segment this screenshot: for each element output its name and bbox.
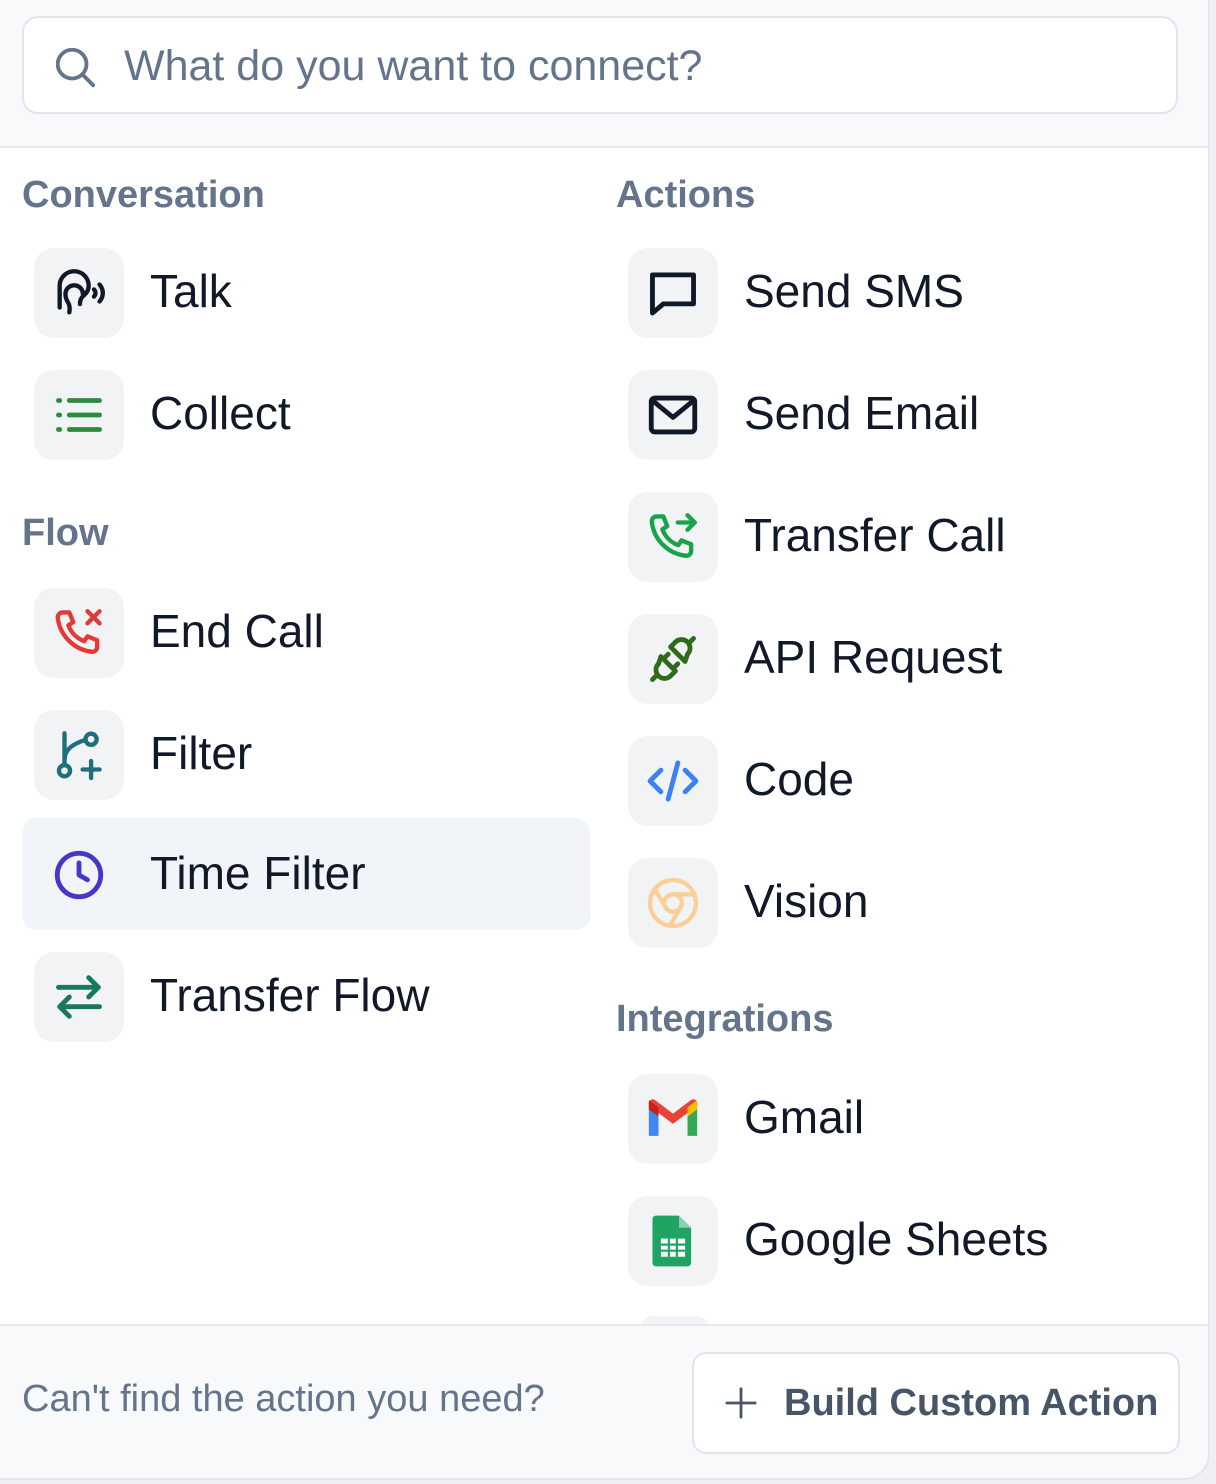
- branch-icon: [56, 731, 102, 781]
- section-title-integrations: Integrations: [616, 998, 834, 1040]
- build-custom-action-label: Build Custom Action: [784, 1382, 1159, 1424]
- item-label: Filter: [150, 727, 253, 779]
- send-email-icon-tile: [628, 370, 718, 460]
- google-sheets-icon-tile: [628, 1196, 718, 1286]
- item-collect[interactable]: Collect: [22, 358, 590, 470]
- footer-prompt: Can't find the action you need?: [22, 1378, 545, 1420]
- item-time-filter[interactable]: Time Filter: [22, 818, 590, 930]
- item-label: Transfer Call: [744, 509, 1006, 561]
- item-vision[interactable]: Vision: [616, 846, 1184, 958]
- plug-icon: [650, 636, 696, 682]
- item-send-sms[interactable]: Send SMS: [616, 236, 1184, 348]
- item-gmail[interactable]: Gmail: [616, 1062, 1184, 1174]
- end-call-icon: [55, 609, 102, 655]
- search-header: [0, 0, 1208, 148]
- plus-icon: [725, 1387, 757, 1419]
- vision-icon: [647, 877, 699, 929]
- item-label: Send Email: [744, 387, 980, 439]
- end-call-icon-tile: [34, 588, 124, 678]
- google-sheets-icon: [652, 1215, 692, 1267]
- item-google-sheets[interactable]: Google Sheets: [616, 1184, 1184, 1296]
- item-label: Talk: [150, 265, 232, 317]
- item-api-request[interactable]: API Request: [616, 602, 1184, 714]
- code-icon-tile: [628, 736, 718, 826]
- clock-icon: [54, 850, 104, 900]
- item-label: Collect: [150, 387, 291, 439]
- search-box[interactable]: [22, 16, 1178, 114]
- item-label: Vision: [744, 875, 869, 927]
- talk-icon-tile: [34, 248, 124, 338]
- send-sms-icon-tile: [628, 248, 718, 338]
- item-transfer-call[interactable]: Transfer Call: [616, 480, 1184, 592]
- envelope-icon: [648, 395, 698, 435]
- section-title-actions: Actions: [616, 174, 756, 216]
- item-label: Code: [744, 753, 854, 805]
- phone-transfer-icon: [649, 513, 697, 559]
- item-transfer-flow[interactable]: Transfer Flow: [22, 940, 590, 1052]
- section-title-flow: Flow: [22, 512, 109, 554]
- search-input[interactable]: [124, 30, 1154, 102]
- item-filter[interactable]: Filter: [22, 698, 590, 810]
- item-talk[interactable]: Talk: [22, 236, 590, 348]
- filter-icon-tile: [34, 710, 124, 800]
- item-label: Google Sheets: [744, 1213, 1049, 1265]
- build-custom-action-button[interactable]: Build Custom Action: [692, 1352, 1180, 1454]
- item-label: API Request: [744, 631, 1003, 683]
- footer: Can't find the action you need? Build Cu…: [0, 1324, 1208, 1478]
- search-icon: [55, 47, 96, 88]
- item-label: Transfer Flow: [150, 969, 430, 1021]
- gmail-icon: [648, 1099, 698, 1136]
- gmail-icon-tile: [628, 1074, 718, 1164]
- item-label: Send SMS: [744, 265, 964, 317]
- time-filter-icon-tile: [34, 830, 124, 920]
- code-icon: [647, 760, 699, 802]
- item-end-call[interactable]: End Call: [22, 576, 590, 688]
- transfer-call-icon-tile: [628, 492, 718, 582]
- vision-icon-tile: [628, 858, 718, 948]
- item-label: End Call: [150, 605, 324, 657]
- section-title-conversation: Conversation: [22, 174, 265, 216]
- collect-icon-tile: [34, 370, 124, 460]
- item-label: Gmail: [744, 1091, 865, 1143]
- message-icon: [650, 272, 696, 316]
- api-request-icon-tile: [628, 614, 718, 704]
- item-send-email[interactable]: Send Email: [616, 358, 1184, 470]
- arrows-transfer-icon: [56, 975, 102, 1019]
- list-icon: [56, 398, 102, 432]
- item-label: Time Filter: [150, 847, 366, 899]
- talk-icon: [57, 269, 105, 315]
- transfer-flow-icon-tile: [34, 952, 124, 1042]
- connect-picker-panel: Conversation Talk Collect Flow: [0, 0, 1210, 1480]
- item-code[interactable]: Code: [616, 724, 1184, 836]
